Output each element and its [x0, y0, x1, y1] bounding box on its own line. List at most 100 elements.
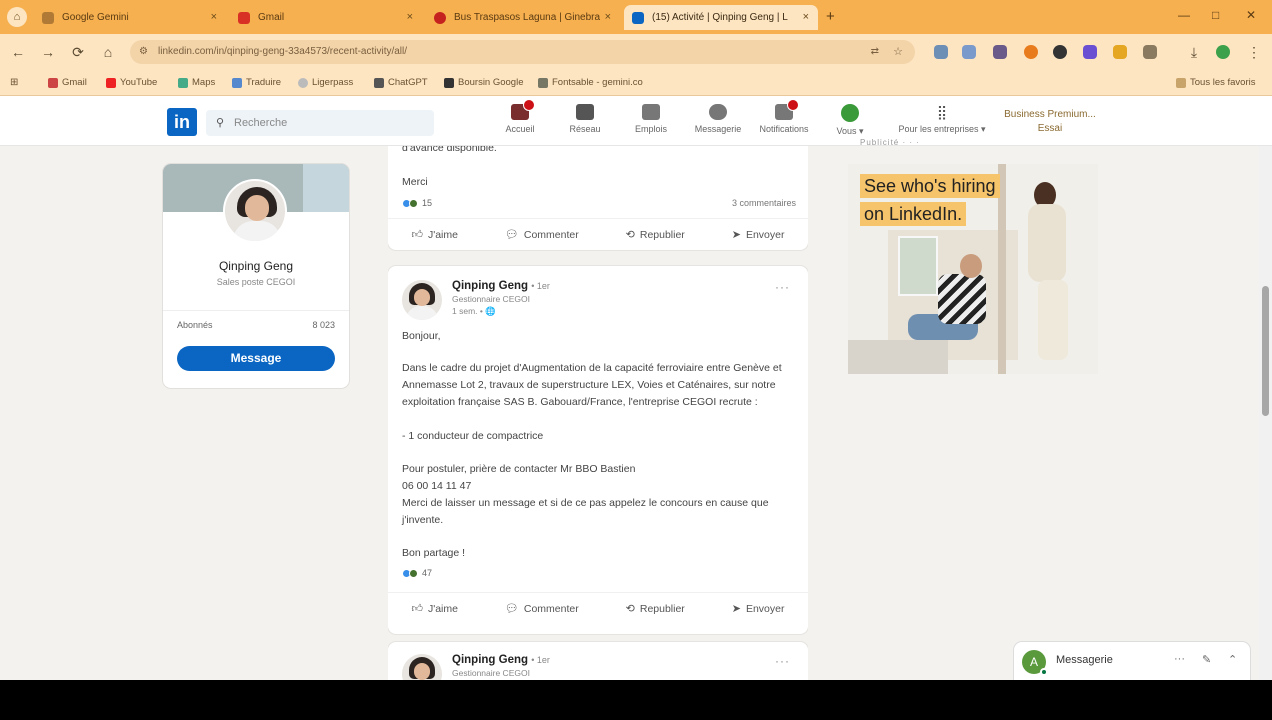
maximize-icon[interactable]: □	[1212, 8, 1219, 22]
forward-icon[interactable]: →	[38, 42, 58, 62]
close-tab-icon[interactable]: ×	[211, 11, 217, 23]
bookmark-item[interactable]: Ligerpass	[298, 77, 353, 88]
more-options-icon[interactable]: ···	[1174, 653, 1185, 665]
online-status-dot	[1040, 668, 1048, 676]
nav-jobs[interactable]: Emplois	[621, 104, 681, 134]
comment-button[interactable]: 💬︎ Commenter	[505, 602, 579, 616]
nav-me[interactable]: Vous ▾	[820, 104, 880, 137]
extension-icon[interactable]	[993, 45, 1007, 59]
tab-search-button[interactable]: ⌂	[7, 7, 27, 27]
new-tab-button[interactable]: +	[826, 8, 835, 25]
search-input[interactable]: ⚲ Recherche	[206, 110, 434, 136]
folder-icon	[1176, 77, 1186, 88]
post-text: Merci	[402, 176, 428, 188]
apps-grid-icon[interactable]: ⊞	[10, 77, 18, 88]
browser-tab-2[interactable]: Gmail ×	[230, 5, 422, 30]
nav-home[interactable]: Accueil	[490, 99, 550, 134]
send-icon: ➤	[731, 229, 741, 241]
bookmark-item[interactable]: ChatGPT	[374, 77, 428, 88]
like-icon: 👍︎	[411, 603, 423, 615]
hiring-ad[interactable]: See who's hiring on LinkedIn.	[848, 164, 1098, 374]
author-name[interactable]: Qinping Geng • 1er	[452, 654, 550, 666]
browser-menu-icon[interactable]: ⋮	[1244, 42, 1264, 62]
nav-messaging[interactable]: Messagerie	[688, 104, 748, 134]
home-icon[interactable]: ⌂	[98, 42, 118, 62]
bookmark-item[interactable]: Boursin Google	[444, 77, 523, 88]
ad-headline: See who's hiring	[860, 174, 1000, 198]
back-icon[interactable]: ←	[8, 42, 28, 62]
close-window-icon[interactable]: ✕	[1246, 8, 1256, 22]
tab-title: Gmail	[258, 12, 285, 23]
premium-trial-link[interactable]: Business Premium... Essai	[1000, 108, 1100, 136]
avatar[interactable]	[402, 654, 442, 680]
puzzle-icon[interactable]	[1143, 45, 1157, 59]
close-tab-icon[interactable]: ×	[803, 11, 809, 23]
message-button[interactable]: Message	[177, 346, 335, 371]
extension-icon[interactable]	[962, 45, 976, 59]
close-tab-icon[interactable]: ×	[407, 11, 413, 23]
avatar[interactable]	[402, 280, 442, 320]
linkedin-logo[interactable]: in	[167, 108, 197, 136]
download-icon[interactable]: ⤓	[1184, 42, 1204, 62]
like-button[interactable]: 👍︎ J'aime	[411, 602, 458, 616]
bookmark-item[interactable]: Maps	[178, 77, 215, 88]
bookmark-star-icon[interactable]: ☆	[893, 40, 903, 64]
close-tab-icon[interactable]: ×	[605, 11, 611, 23]
ad-headline: on LinkedIn.	[860, 202, 967, 226]
site-info-icon[interactable]: ⚙	[139, 40, 148, 64]
extension-icon[interactable]	[1053, 45, 1067, 59]
extension-icon[interactable]	[1024, 45, 1038, 59]
more-options-icon[interactable]: ···	[775, 280, 790, 294]
post-time: 1 sem. • 🌐	[452, 306, 496, 316]
reload-icon[interactable]: ⟳	[68, 42, 88, 62]
bookmark-item[interactable]: Fontsable - gemini.co	[538, 77, 643, 88]
extension-icon[interactable]	[1083, 45, 1097, 59]
bookmark-item[interactable]: YouTube	[106, 77, 157, 88]
post-phone: 06 00 14 11 47	[402, 480, 472, 492]
post-actions: 👍︎ J'aime 💬︎ Commenter ⟲ Republier ➤ Envoyer	[388, 218, 808, 250]
extension-icon[interactable]	[934, 45, 948, 59]
profile-avatar-icon[interactable]	[1216, 45, 1230, 59]
nav-business[interactable]: ⣿ Pour les entreprises ▾	[890, 104, 994, 135]
chat-icon	[374, 77, 384, 88]
profile-name[interactable]: Qinping Geng	[163, 259, 349, 273]
browser-tab-3[interactable]: Bus Traspasos Laguna | Ginebra ×	[426, 5, 620, 30]
more-options-icon[interactable]: ···	[775, 654, 790, 668]
translate-icon	[232, 77, 242, 88]
comment-button[interactable]: 💬︎ Commenter	[505, 228, 579, 242]
scrollbar-thumb[interactable]	[1262, 286, 1269, 416]
post-card: Qinping Geng • 1er Gestionnaire CEGOI 1 …	[388, 266, 808, 634]
author-headline: Gestionnaire CEGOI	[452, 294, 530, 304]
post-card-next: Qinping Geng • 1er Gestionnaire CEGOI ··…	[388, 642, 808, 680]
send-icon: ➤	[731, 603, 741, 615]
browser-tab-active[interactable]: (15) Activité | Qinping Geng | L ×	[624, 5, 818, 30]
post-text: d'avance disponible.	[402, 146, 497, 154]
browser-tab-1[interactable]: Google Gemini ×	[34, 5, 226, 30]
repost-button[interactable]: ⟲ Republier	[626, 602, 685, 616]
avatar[interactable]	[223, 179, 287, 243]
reactions-count[interactable]: 15	[402, 198, 432, 208]
ad-person-illustration	[960, 254, 982, 278]
bookmark-item[interactable]: Gmail	[48, 77, 87, 88]
repost-button[interactable]: ⟲ Republier	[626, 228, 685, 242]
nav-network[interactable]: Réseau	[555, 104, 615, 134]
bookmark-item[interactable]: Traduire	[232, 77, 281, 88]
send-button[interactable]: ➤ Envoyer	[731, 228, 785, 242]
minimize-icon[interactable]: —	[1178, 8, 1190, 22]
tab-title: Google Gemini	[62, 12, 129, 23]
chevron-up-icon[interactable]: ⌃	[1228, 653, 1237, 666]
reactions-count[interactable]: 47	[402, 568, 432, 578]
extension-icon[interactable]	[1113, 45, 1127, 59]
comments-count[interactable]: 3 commentaires	[732, 198, 796, 208]
address-bar[interactable]: ⚙ linkedin.com/in/qinping-geng-33a4573/r…	[130, 40, 915, 64]
page-scrollbar[interactable]	[1259, 146, 1272, 680]
author-name[interactable]: Qinping Geng • 1er	[452, 280, 550, 292]
messaging-bar[interactable]: A Messagerie ··· ✎ ⌃	[1014, 642, 1250, 680]
ad-person-illustration	[1038, 280, 1068, 360]
compose-icon[interactable]: ✎	[1202, 653, 1211, 666]
send-button[interactable]: ➤ Envoyer	[731, 602, 785, 616]
nav-notifications[interactable]: Notifications	[754, 99, 814, 134]
like-button[interactable]: 👍︎ J'aime	[411, 228, 458, 242]
translate-page-icon[interactable]: ⇄	[871, 40, 879, 64]
all-bookmarks[interactable]: Tous les favoris	[1176, 77, 1255, 88]
